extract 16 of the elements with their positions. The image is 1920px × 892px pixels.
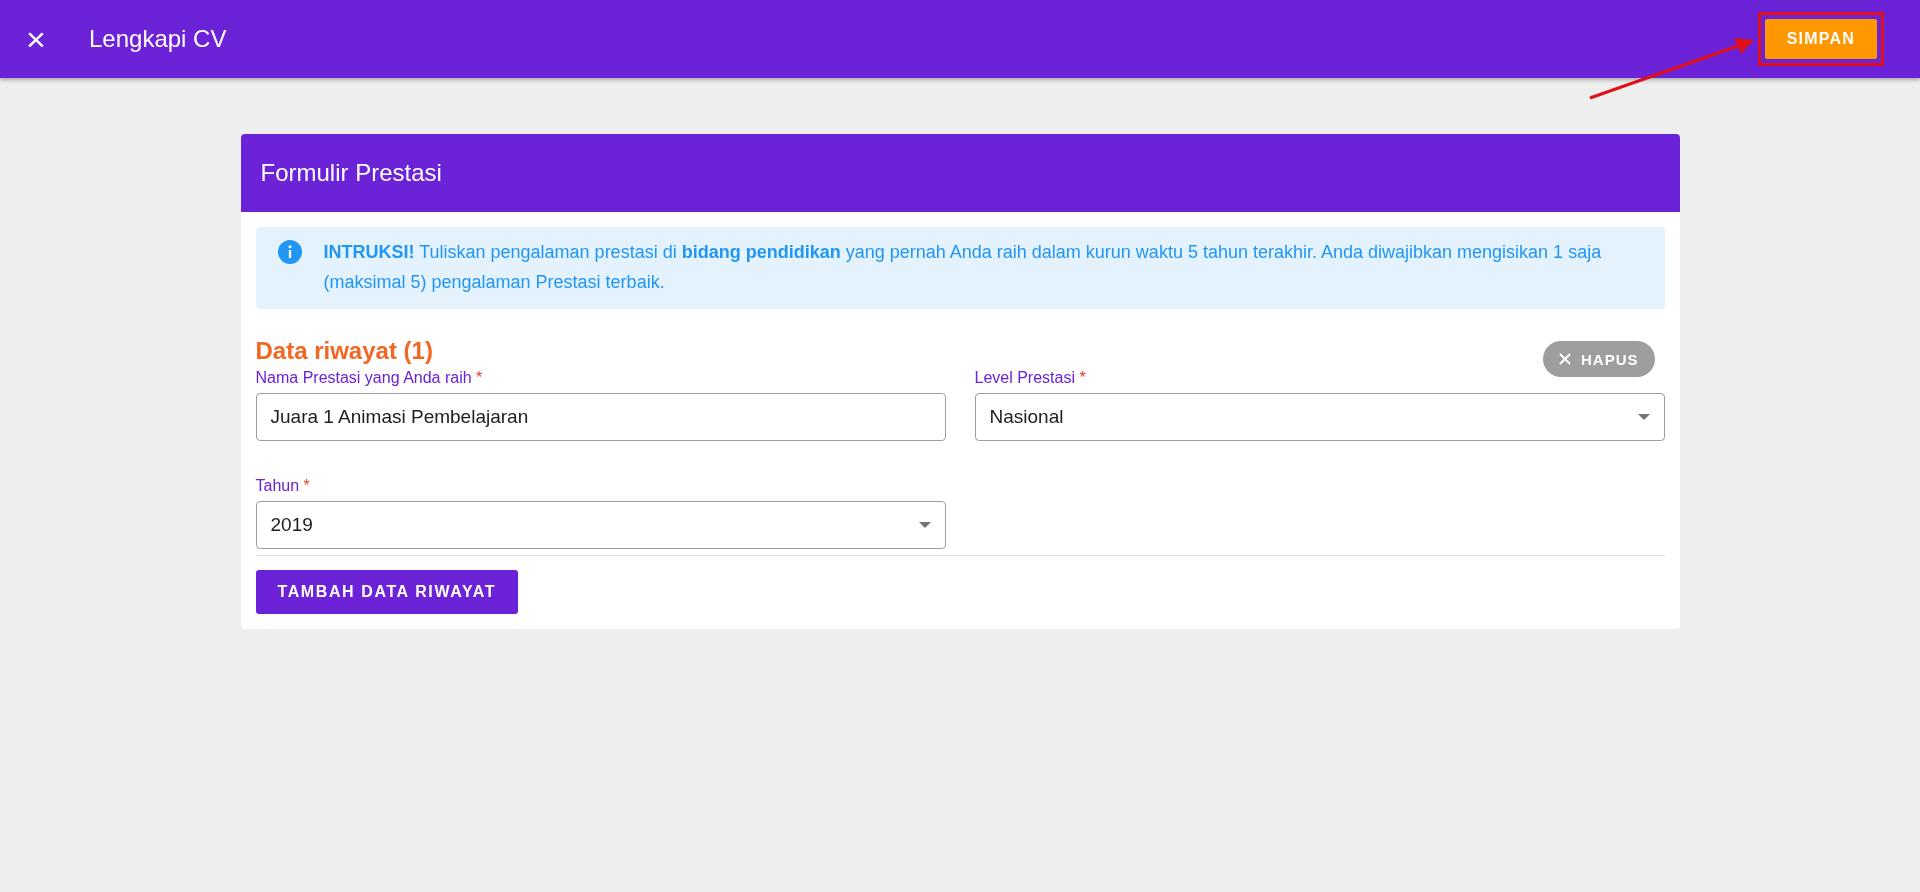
instruction-text: INTRUKSI! Tuliskan pengalaman prestasi di bidang pendidikan yang pernah Anda raih dalam kurun waktu 5 tahun terakhir. Anda diwajibkan mengisikan 1 saja (maksimal 5) pengalaman Prestasi terbaik. <box>323 241 1603 294</box>
close-icon <box>1559 353 1571 365</box>
entry-heading: Data riwayat (1) <box>255 337 433 365</box>
field-label: Tahun * <box>255 477 311 495</box>
add-entry-button[interactable]: TAMBAH DATA RIWAYAT <box>255 570 519 614</box>
dropdown-caret-icon <box>1637 414 1650 420</box>
page-title: Lengkapi CV <box>89 25 228 53</box>
dropdown-caret-icon <box>918 522 931 528</box>
dropdown-field[interactable]: 2019 <box>255 501 946 549</box>
field-label: Nama Prestasi yang Anda raih * <box>255 369 484 387</box>
dropdown-field[interactable]: Nasional <box>974 393 1665 441</box>
card-title: Formulir Prestasi <box>240 134 1680 212</box>
close-button[interactable]: × <box>24 22 48 56</box>
field-label: Level Prestasi * <box>974 369 1087 387</box>
text-input-field[interactable]: Juara 1 Animasi Pembelajaran <box>255 393 946 441</box>
info-icon <box>277 240 302 264</box>
